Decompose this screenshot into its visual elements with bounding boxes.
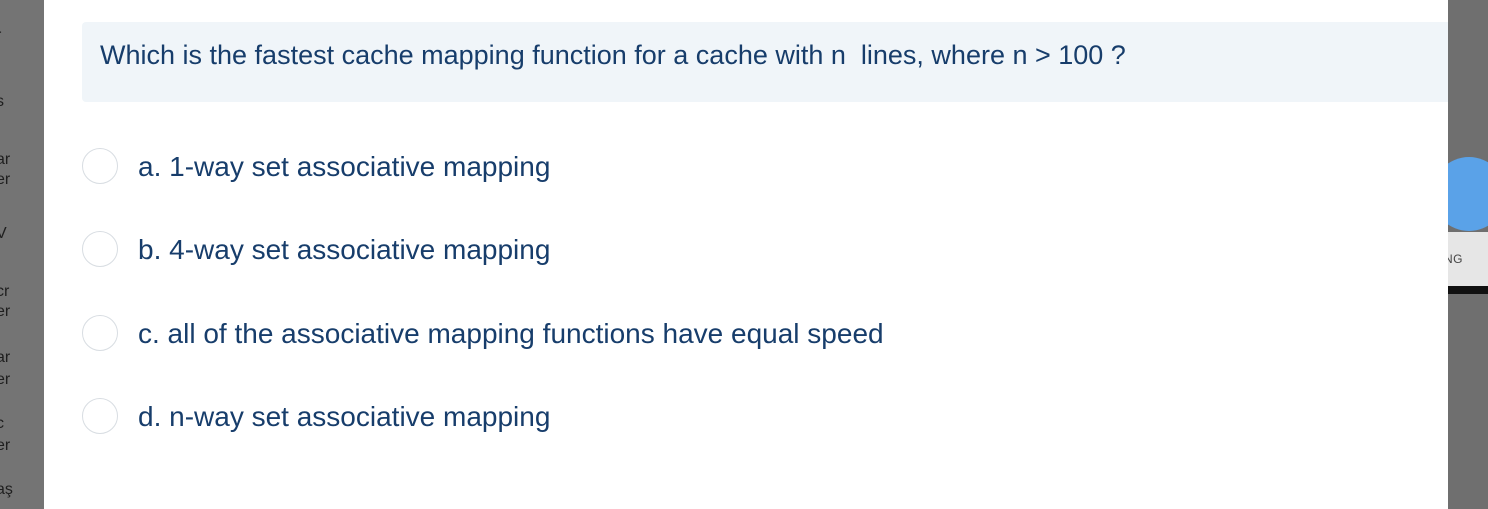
question-box: Which is the fastest cache mapping funct… [82,22,1448,102]
answer-option-d[interactable]: d. n-way set associative mapping [82,398,1082,438]
answer-option-a[interactable]: a. 1-way set associative mapping [82,148,1082,188]
clipped-text-fragment: r [0,28,1,44]
floating-action-button[interactable] [1448,157,1488,231]
option-label: c. all of the associative mapping functi… [138,318,884,349]
radio-button[interactable] [82,231,118,267]
option-label: b. 4-way set associative mapping [138,234,551,265]
divider [1448,286,1488,294]
answer-option-b[interactable]: b. 4-way set associative mapping [82,231,1082,271]
question-panel: Which is the fastest cache mapping funct… [44,0,1448,509]
radio-button[interactable] [82,398,118,434]
background-sidebar-fragment: r s ar er V cr er ar er c er aş [0,0,44,509]
clipped-text-fragment: er [0,371,11,388]
clipped-text-fragment: er [0,437,11,454]
clipped-text-fragment: V [0,225,7,242]
clipped-bar-text: NG [1448,252,1463,266]
radio-button[interactable] [82,315,118,351]
answer-option-c[interactable]: c. all of the associative mapping functi… [82,315,1082,355]
clipped-text-fragment: cr [0,283,10,300]
clipped-bar: NG [1448,232,1488,286]
question-text: Which is the fastest cache mapping funct… [100,40,1126,70]
background-right-fragment: NG [1448,0,1488,509]
clipped-text-fragment: c [0,415,4,432]
clipped-text-fragment: s [0,93,4,110]
option-label: a. 1-way set associative mapping [138,151,551,182]
clipped-text-fragment: er [0,171,11,188]
clipped-text-fragment: ar [0,151,11,168]
radio-button[interactable] [82,148,118,184]
clipped-text-fragment: er [0,303,11,320]
option-label: d. n-way set associative mapping [138,401,551,432]
clipped-text-fragment: ar [0,349,11,366]
clipped-text-fragment: aş [0,481,13,498]
